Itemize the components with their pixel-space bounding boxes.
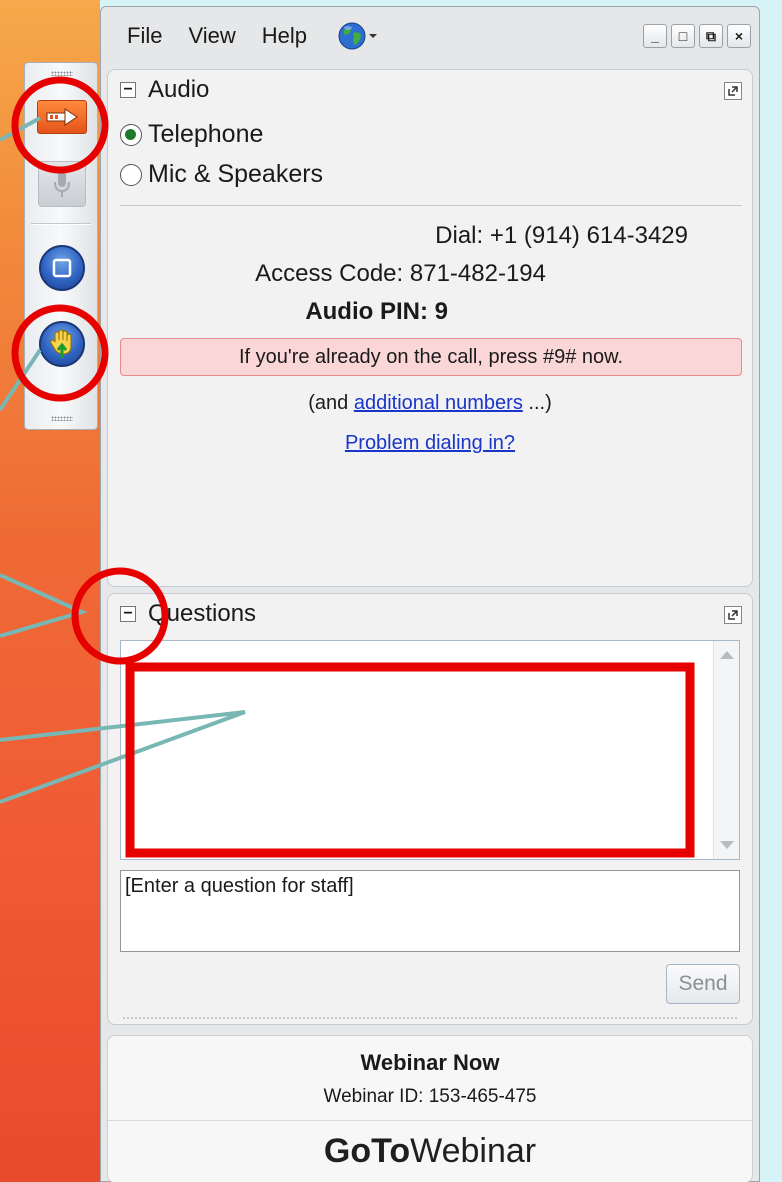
- screen-icon: [52, 258, 72, 278]
- logo-webinar: Webinar: [410, 1132, 537, 1170]
- footer-divider: [108, 1120, 752, 1121]
- language-menu[interactable]: [337, 21, 379, 51]
- strip-divider: [31, 223, 91, 225]
- scroll-down-icon[interactable]: [720, 841, 734, 849]
- problem-dialing-link[interactable]: Problem dialing in?: [345, 432, 515, 454]
- popout-icon: [728, 86, 738, 96]
- audio-pin-value: 9: [434, 298, 448, 325]
- microphone-button[interactable]: [35, 159, 89, 209]
- close-button[interactable]: ×: [727, 24, 751, 48]
- gotowebinar-panel: File View Help _ □ ⧉ × − Audio Telephone…: [100, 6, 760, 1182]
- access-code-value: 871-482-194: [409, 260, 546, 287]
- restore-button[interactable]: ⧉: [699, 24, 723, 48]
- questions-section: − Questions Send: [107, 593, 753, 1025]
- audio-collapse-button[interactable]: −: [120, 82, 136, 98]
- maximize-button[interactable]: □: [671, 24, 695, 48]
- screen-viewer-button[interactable]: [35, 243, 89, 293]
- problem-dialing-line: Problem dialing in?: [108, 432, 752, 455]
- mic-speakers-option[interactable]: Mic & Speakers: [120, 160, 323, 189]
- questions-resize-grip[interactable]: [122, 1016, 738, 1020]
- strip-grip-top[interactable]: [51, 71, 73, 76]
- question-input[interactable]: [120, 870, 740, 952]
- menu-view[interactable]: View: [188, 23, 235, 49]
- send-button[interactable]: Send: [666, 964, 740, 1004]
- audio-title: Audio: [148, 76, 210, 103]
- audio-pin-label: Audio PIN:: [305, 298, 428, 325]
- audio-divider: [120, 205, 742, 206]
- questions-header: − Questions: [108, 594, 752, 634]
- webinar-id: Webinar ID: 153-465-475: [323, 1086, 537, 1107]
- globe-icon: [338, 22, 366, 50]
- questions-popout-button[interactable]: [724, 606, 742, 624]
- dial-number: +1 (914) 614-3429: [489, 222, 688, 249]
- additional-numbers-line: (and additional numbers ...): [108, 392, 752, 415]
- questions-title: Questions: [148, 600, 257, 627]
- audio-pin-line: Audio PIN: 9: [305, 298, 448, 326]
- access-code-line: Access Code: 871-482-194: [255, 260, 546, 288]
- raise-hand-button[interactable]: [35, 319, 89, 369]
- audio-popout-button[interactable]: [724, 82, 742, 100]
- logo-goto: GoTo: [323, 1132, 411, 1170]
- additional-prefix: (and: [308, 392, 349, 414]
- mic-speakers-radio[interactable]: [120, 163, 142, 186]
- telephone-option[interactable]: Telephone: [120, 120, 263, 149]
- questions-scrollbar[interactable]: [713, 641, 739, 859]
- microphone-icon: [54, 171, 70, 197]
- strip-grip-bottom[interactable]: [51, 416, 73, 421]
- telephone-label: Telephone: [148, 120, 264, 148]
- additional-numbers-link[interactable]: additional numbers: [354, 392, 523, 414]
- webinar-name: Webinar Now: [360, 1050, 500, 1075]
- access-code-label: Access Code:: [255, 260, 404, 287]
- raise-hand-icon: [50, 329, 72, 358]
- questions-log[interactable]: [120, 640, 740, 860]
- control-strip: [24, 62, 98, 430]
- mic-speakers-label: Mic & Speakers: [148, 160, 324, 188]
- audio-section: − Audio Telephone Mic & Speakers Dial: +…: [107, 69, 753, 587]
- chevron-down-icon: [369, 34, 377, 38]
- additional-suffix: ...): [528, 392, 552, 414]
- dial-label: Dial:: [435, 222, 484, 249]
- dial-line: Dial: +1 (914) 614-3429: [435, 222, 688, 250]
- minimize-button[interactable]: _: [643, 24, 667, 48]
- show-hide-arrow-icon: [46, 108, 78, 126]
- menu-help[interactable]: Help: [262, 23, 307, 49]
- window-controls: _ □ ⧉ ×: [643, 24, 751, 48]
- gotowebinar-logo: GoToWebinar: [108, 1132, 752, 1171]
- webinar-info-footer: Webinar Now Webinar ID: 153-465-475 GoTo…: [107, 1035, 753, 1182]
- scroll-up-icon[interactable]: [720, 651, 734, 659]
- audio-header: − Audio: [108, 70, 752, 110]
- show-hide-control-panel-button[interactable]: [35, 95, 89, 139]
- menu-file[interactable]: File: [127, 23, 162, 49]
- popout-icon: [728, 610, 738, 620]
- menu-bar: File View Help _ □ ⧉ ×: [101, 7, 759, 65]
- telephone-radio[interactable]: [120, 123, 142, 146]
- already-on-call-alert: If you're already on the call, press #9#…: [120, 338, 742, 376]
- questions-collapse-button[interactable]: −: [120, 606, 136, 622]
